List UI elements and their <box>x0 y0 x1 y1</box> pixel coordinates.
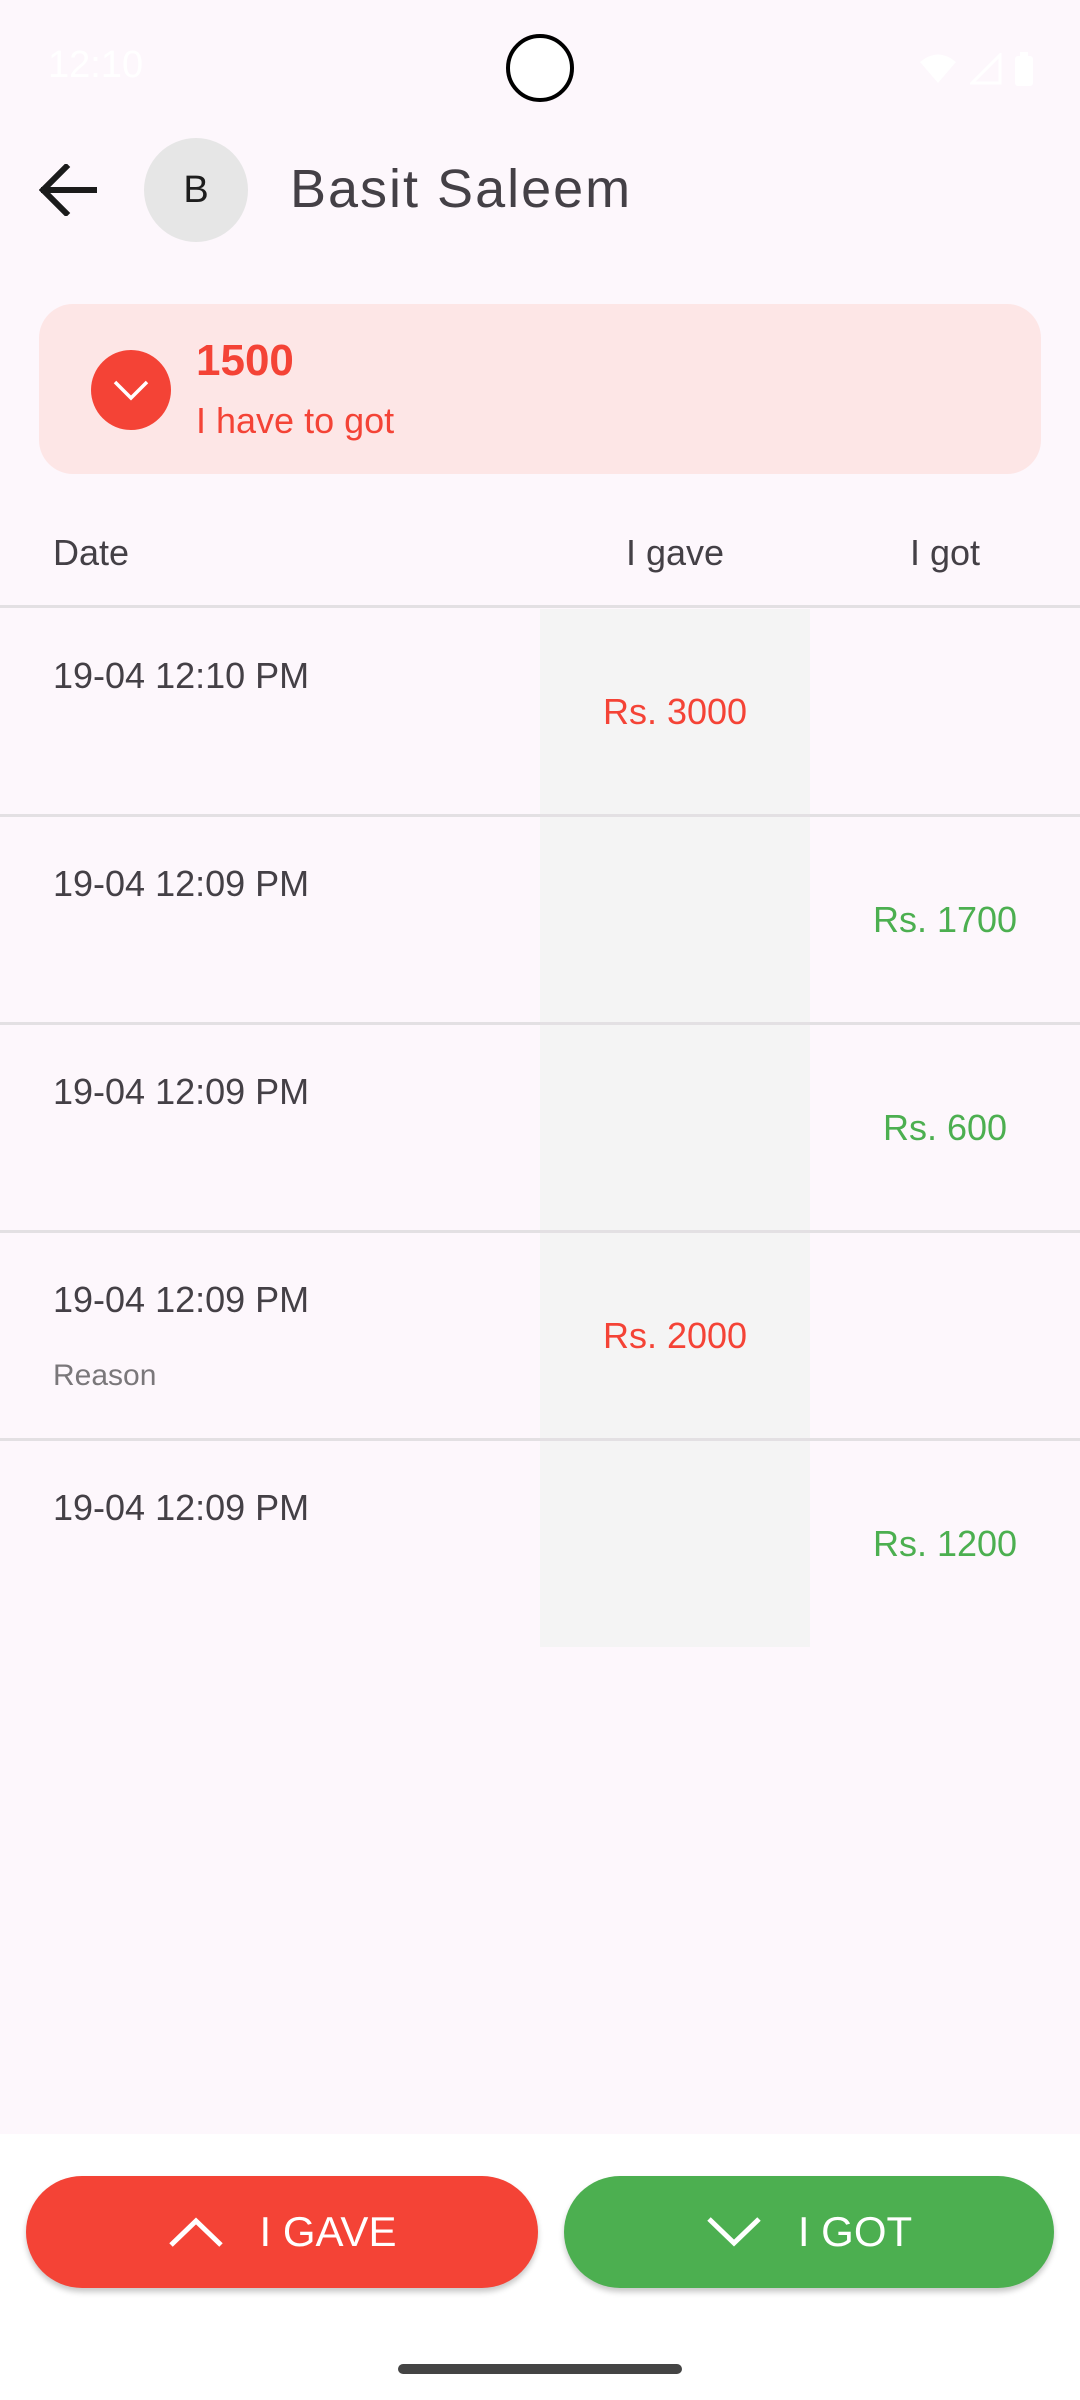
transaction-date: 19-04 12:09 PM <box>53 1279 310 1320</box>
contact-name: Basit Saleem <box>290 159 633 219</box>
avatar: B <box>144 138 248 242</box>
transaction-reason: Reason <box>53 1359 157 1392</box>
balance-card: 1500 I have to got <box>39 304 1041 474</box>
transaction-row[interactable]: 19-04 12:09 PM Rs. 1200 <box>0 1441 1080 1649</box>
column-header-gave: I gave <box>625 532 725 573</box>
transaction-gave-amount: Rs. 2000 <box>602 1315 748 1356</box>
i-got-label: I GOT <box>797 2208 913 2255</box>
signal-icon <box>970 53 1002 85</box>
top-app-bar: B Basit Saleem <box>0 130 1080 254</box>
chevron-down-icon <box>707 2217 761 2247</box>
transaction-row[interactable]: 19-04 12:09 PM Reason Rs. 2000 <box>0 1233 1080 1441</box>
camera-cutout <box>506 34 574 102</box>
chevron-up-icon <box>168 2217 223 2247</box>
transactions-list: 19-04 12:10 PM Rs. 3000 19-04 12:09 PM R… <box>0 609 1080 1649</box>
status-time: 12:10 <box>48 44 144 86</box>
transaction-got-amount: Rs. 600 <box>882 1107 1008 1148</box>
transaction-date: 19-04 12:09 PM <box>53 1487 310 1528</box>
transaction-row[interactable]: 19-04 12:10 PM Rs. 3000 <box>0 609 1080 817</box>
column-header-date: Date <box>53 532 130 573</box>
i-gave-label: I GAVE <box>259 2208 397 2255</box>
transaction-row[interactable]: 19-04 12:09 PM Rs. 1700 <box>0 817 1080 1025</box>
status-icons <box>918 52 1034 86</box>
transaction-date: 19-04 12:09 PM <box>53 863 310 904</box>
home-indicator[interactable] <box>398 2364 682 2374</box>
transactions-table-header: Date I gave I got <box>0 508 1080 608</box>
transaction-got-amount: Rs. 1700 <box>872 899 1018 940</box>
transaction-date: 19-04 12:09 PM <box>53 1071 310 1112</box>
transaction-gave-amount: Rs. 3000 <box>602 691 748 732</box>
column-header-got: I got <box>909 532 981 573</box>
balance-status-icon <box>91 350 171 430</box>
avatar-initial: B <box>183 168 209 211</box>
i-gave-button[interactable]: I GAVE <box>26 2176 538 2288</box>
screen: 12:10 B Basit Saleem 1500 I have to got … <box>0 0 1080 2400</box>
balance-amount: 1500 <box>196 336 294 385</box>
wifi-icon <box>920 54 956 83</box>
transaction-row[interactable]: 19-04 12:09 PM Rs. 600 <box>0 1025 1080 1233</box>
back-button[interactable] <box>28 150 108 230</box>
transaction-date: 19-04 12:10 PM <box>53 655 310 696</box>
status-bar: 12:10 <box>0 0 1080 130</box>
i-got-button[interactable]: I GOT <box>564 2176 1054 2288</box>
arrow-back-icon <box>39 164 97 216</box>
chevron-down-icon <box>113 380 149 401</box>
bottom-action-bar: I GAVE I GOT <box>0 2134 1080 2400</box>
balance-label: I have to got <box>196 400 395 441</box>
battery-icon <box>1015 52 1033 86</box>
transaction-got-amount: Rs. 1200 <box>872 1523 1018 1564</box>
